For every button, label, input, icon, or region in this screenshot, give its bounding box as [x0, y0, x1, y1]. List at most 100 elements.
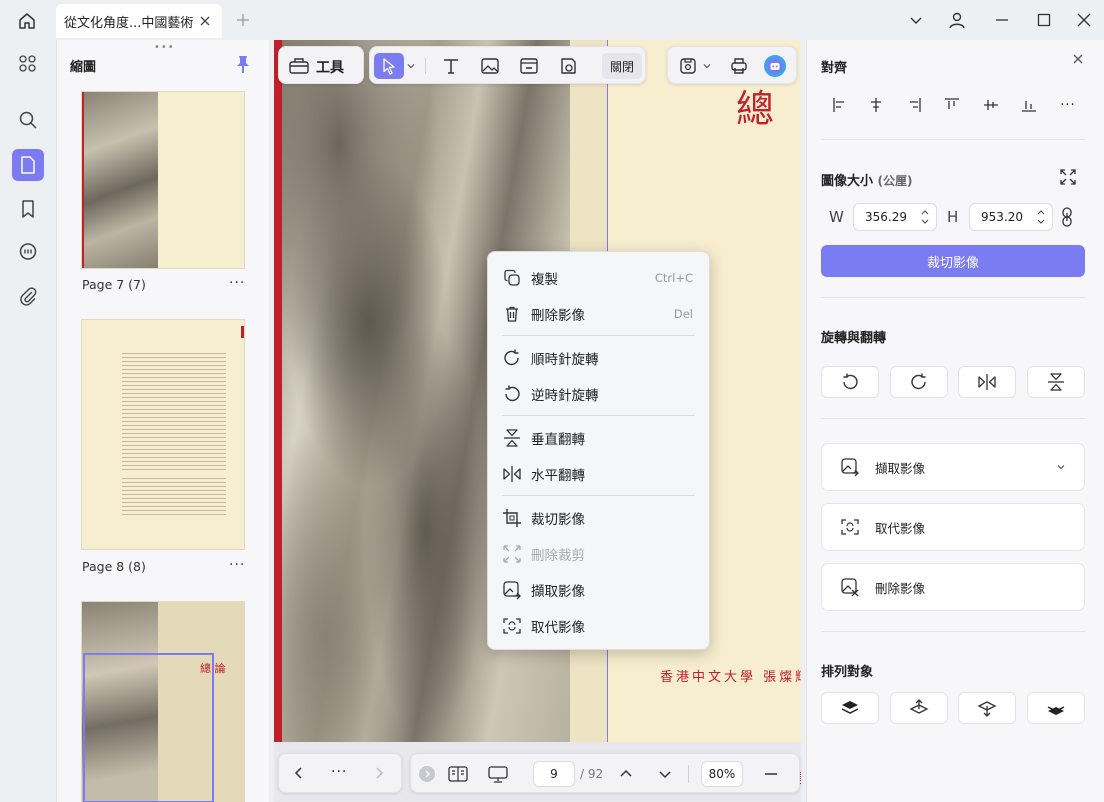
menu-item-copy[interactable]: 複製 Ctrl+C: [488, 262, 709, 294]
page-number-input[interactable]: 9: [533, 761, 575, 787]
search-button[interactable]: [12, 104, 44, 136]
text-tool-button[interactable]: [437, 53, 465, 79]
replace-image-button[interactable]: 取代影像: [821, 503, 1085, 551]
panel-drag-handle[interactable]: •••: [154, 42, 175, 53]
bookmarks-button[interactable]: [12, 193, 44, 225]
rotate-cw-button[interactable]: [890, 366, 948, 398]
home-button[interactable]: [14, 9, 40, 33]
menu-item-replace-image[interactable]: 取代影像: [488, 610, 709, 642]
attachments-button[interactable]: [12, 280, 44, 312]
flip-vertical-button[interactable]: [1027, 366, 1085, 398]
menu-item-rotate-cw[interactable]: 順時針旋轉: [488, 342, 709, 374]
width-input[interactable]: 356.29: [853, 203, 937, 231]
maximize-button[interactable]: [1030, 8, 1058, 32]
page-view-button[interactable]: [447, 764, 469, 784]
comments-button[interactable]: [12, 236, 44, 268]
flip-horizontal-button[interactable]: [958, 366, 1016, 398]
save-button[interactable]: [674, 53, 702, 79]
menu-separator: [502, 335, 695, 336]
menu-item-remove-crop: 刪除裁剪: [488, 538, 709, 570]
pin-panel-button[interactable]: [233, 54, 253, 74]
extract-image-button[interactable]: 擷取影像: [821, 443, 1085, 491]
align-bottom-button[interactable]: [1016, 92, 1042, 118]
prev-page-button[interactable]: [618, 766, 634, 782]
delete-image-button[interactable]: 刪除影像: [821, 563, 1085, 611]
close-panel-button[interactable]: [1072, 53, 1088, 69]
tools-toggle[interactable]: 工具: [278, 46, 364, 84]
menu-item-label: 刪除裁剪: [531, 548, 585, 564]
image-context-menu: 複製 Ctrl+C 刪除影像 Del 順時針旋轉 逆時針旋轉 垂直翻轉 水平翻轉…: [487, 251, 710, 650]
file-toolbar: [667, 46, 797, 84]
thumbnail-page-7[interactable]: [82, 92, 244, 268]
lock-ratio-button[interactable]: [1060, 206, 1074, 228]
close-edit-button[interactable]: 關閉: [602, 53, 642, 79]
page-options-button[interactable]: ···: [229, 557, 245, 573]
stepper-icon[interactable]: [920, 209, 930, 225]
delete-image-icon: [839, 576, 861, 598]
thumbnail-label: Page 8 (8): [82, 559, 146, 574]
close-window-button[interactable]: [1070, 8, 1098, 32]
forward-button[interactable]: [371, 765, 387, 781]
crop-image-button[interactable]: 裁切影像: [821, 245, 1085, 277]
zoom-out-button[interactable]: [763, 766, 779, 782]
minimize-button[interactable]: [988, 8, 1016, 32]
apps-button[interactable]: [12, 48, 44, 80]
menu-item-extract-image[interactable]: 擷取影像: [488, 574, 709, 606]
rotate-ccw-button[interactable]: [821, 366, 879, 398]
align-bottom-icon: [1021, 97, 1037, 113]
align-right-button[interactable]: [901, 92, 927, 118]
bring-to-front-button[interactable]: [821, 692, 879, 724]
more-button[interactable]: ···: [331, 764, 347, 780]
ai-assistant-icon: [763, 54, 787, 78]
rotate-cw-icon: [501, 347, 523, 369]
collapse-button[interactable]: [419, 766, 435, 782]
stepper-icon[interactable]: [1036, 209, 1046, 225]
align-left-button[interactable]: [827, 92, 853, 118]
page-options-button[interactable]: ···: [229, 275, 245, 291]
next-page-button[interactable]: [657, 766, 673, 782]
thumbnail-page-8[interactable]: [82, 320, 244, 549]
search-icon: [18, 110, 38, 130]
edit-toolbar: 關閉: [369, 46, 646, 84]
select-tool-button[interactable]: [374, 53, 404, 79]
menu-item-rotate-ccw[interactable]: 逆時針旋轉: [488, 378, 709, 410]
more-align-button[interactable]: ···: [1055, 92, 1081, 118]
image-properties-panel: 對齊 ··· 圖像大小 (公厘) W 356.29 H 953.20 裁切影像 …: [806, 40, 1104, 802]
menu-item-delete-image[interactable]: 刪除影像 Del: [488, 298, 709, 330]
thumbnail-page-9[interactable]: 總 論: [82, 602, 244, 802]
align-top-button[interactable]: [939, 92, 965, 118]
close-tab-icon[interactable]: [194, 10, 216, 32]
chevron-down-icon: [702, 61, 712, 71]
save-dropdown[interactable]: [700, 53, 714, 79]
back-button[interactable]: [291, 765, 307, 781]
ai-assistant-button[interactable]: [761, 53, 789, 79]
menu-item-crop-image[interactable]: 裁切影像: [488, 502, 709, 534]
menu-item-flip-horizontal[interactable]: 水平翻轉: [488, 458, 709, 490]
fit-size-button[interactable]: [1059, 168, 1077, 186]
document-tab-title: 從文化角度...中國藝術*: [64, 15, 194, 31]
link-tool-button[interactable]: [515, 53, 543, 79]
tabs-dropdown-button[interactable]: [902, 8, 930, 32]
select-tool-dropdown[interactable]: [404, 53, 418, 79]
send-to-back-button[interactable]: [1027, 692, 1085, 724]
account-button[interactable]: [943, 8, 971, 32]
bring-forward-button[interactable]: [890, 692, 948, 724]
presentation-icon: [487, 764, 509, 784]
new-tab-button[interactable]: [232, 9, 254, 31]
height-input[interactable]: 953.20: [969, 203, 1053, 231]
print-button[interactable]: [725, 53, 753, 79]
send-backward-button[interactable]: [958, 692, 1016, 724]
align-center-h-button[interactable]: [863, 92, 889, 118]
menu-item-flip-vertical[interactable]: 垂直翻轉: [488, 422, 709, 454]
thumbnails-button[interactable]: [12, 149, 44, 181]
chevron-down-icon[interactable]: [1056, 462, 1066, 472]
size-unit: (公厘): [877, 174, 913, 188]
zoom-input[interactable]: 80%: [701, 761, 743, 787]
image-tool-button[interactable]: [476, 53, 504, 79]
align-center-v-button[interactable]: [978, 92, 1004, 118]
watermark-tool-button[interactable]: [554, 53, 582, 79]
save-icon: [678, 56, 698, 76]
presentation-button[interactable]: [487, 764, 509, 784]
document-tab[interactable]: 從文化角度...中國藝術*: [56, 4, 222, 38]
viewport-indicator[interactable]: [83, 653, 214, 802]
